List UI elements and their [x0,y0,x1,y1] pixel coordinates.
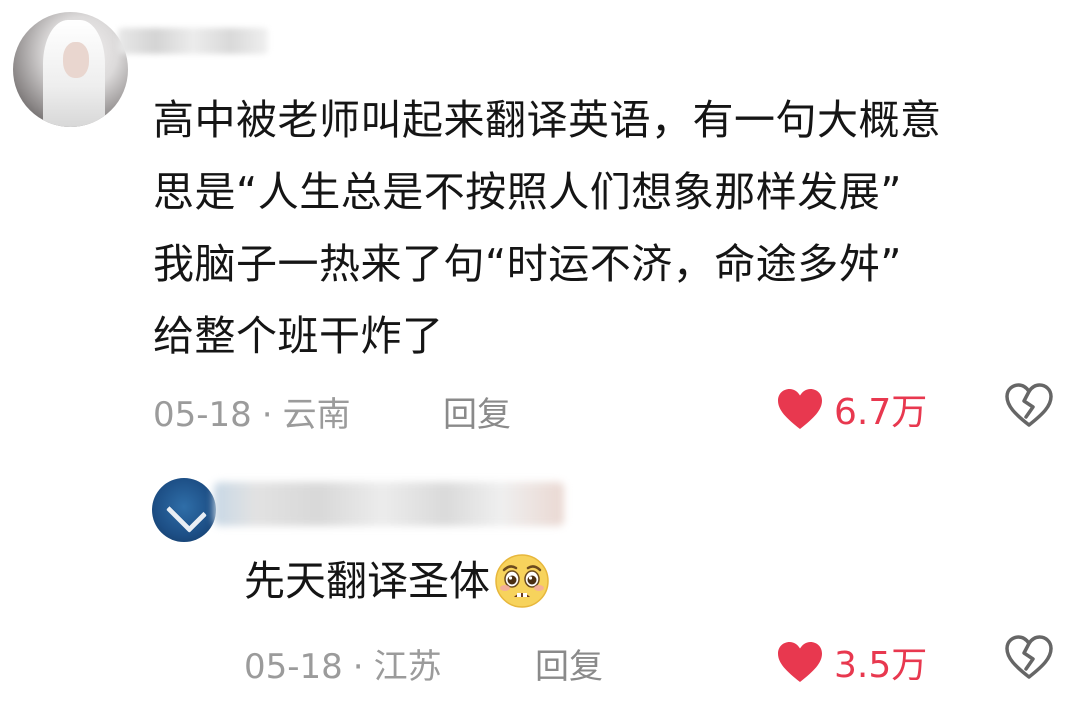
comment-like-button[interactable]: 6.7万 [776,383,927,435]
commenter-avatar[interactable] [13,12,128,127]
avatar-mark [165,491,208,534]
reply-text: 先天翻译圣体 [244,553,550,609]
heart-icon [778,389,822,429]
heart-icon [778,642,822,682]
reply-reply-button[interactable]: 回复 [535,639,603,688]
comment-location: 云南 [282,395,351,435]
avatar-face [63,42,89,78]
comment-line: 思是“人生总是不按照人们想象那样发展” [153,168,902,216]
comment-line: 给整个班干炸了 [153,312,444,360]
comment-reply-button[interactable]: 回复 [443,387,511,436]
reply-date: 05-18 [244,647,343,687]
replier-avatar[interactable] [152,478,216,542]
comment-meta: 05-18 · 云南 [153,387,351,436]
reply-text-content: 先天翻译圣体 [244,557,490,605]
reply-like-count: 3.5万 [834,645,928,686]
comment-text: 高中被老师叫起来翻译英语，有一句大概意 思是“人生总是不按照人们想象那样发展” … [153,84,1053,372]
replier-username-blurred[interactable] [214,482,564,526]
reply-meta: 05-18 · 江苏 [244,639,442,688]
reply-like-button[interactable]: 3.5万 [776,636,927,688]
reply-location: 江苏 [373,647,442,687]
commenter-username-blurred[interactable] [118,28,268,54]
meta-separator: · [261,395,273,435]
broken-heart-icon[interactable] [1004,634,1054,680]
comment-date: 05-18 [153,395,252,435]
comment-line: 高中被老师叫起来翻译英语，有一句大概意 [153,96,942,144]
broken-heart-icon[interactable] [1004,382,1054,428]
comment-like-count: 6.7万 [834,392,928,433]
meta-separator: · [352,647,364,687]
comment-line: 我脑子一热来了句“时运不济，命途多舛” [153,240,902,288]
pleading-face-emoji-icon [495,554,549,608]
